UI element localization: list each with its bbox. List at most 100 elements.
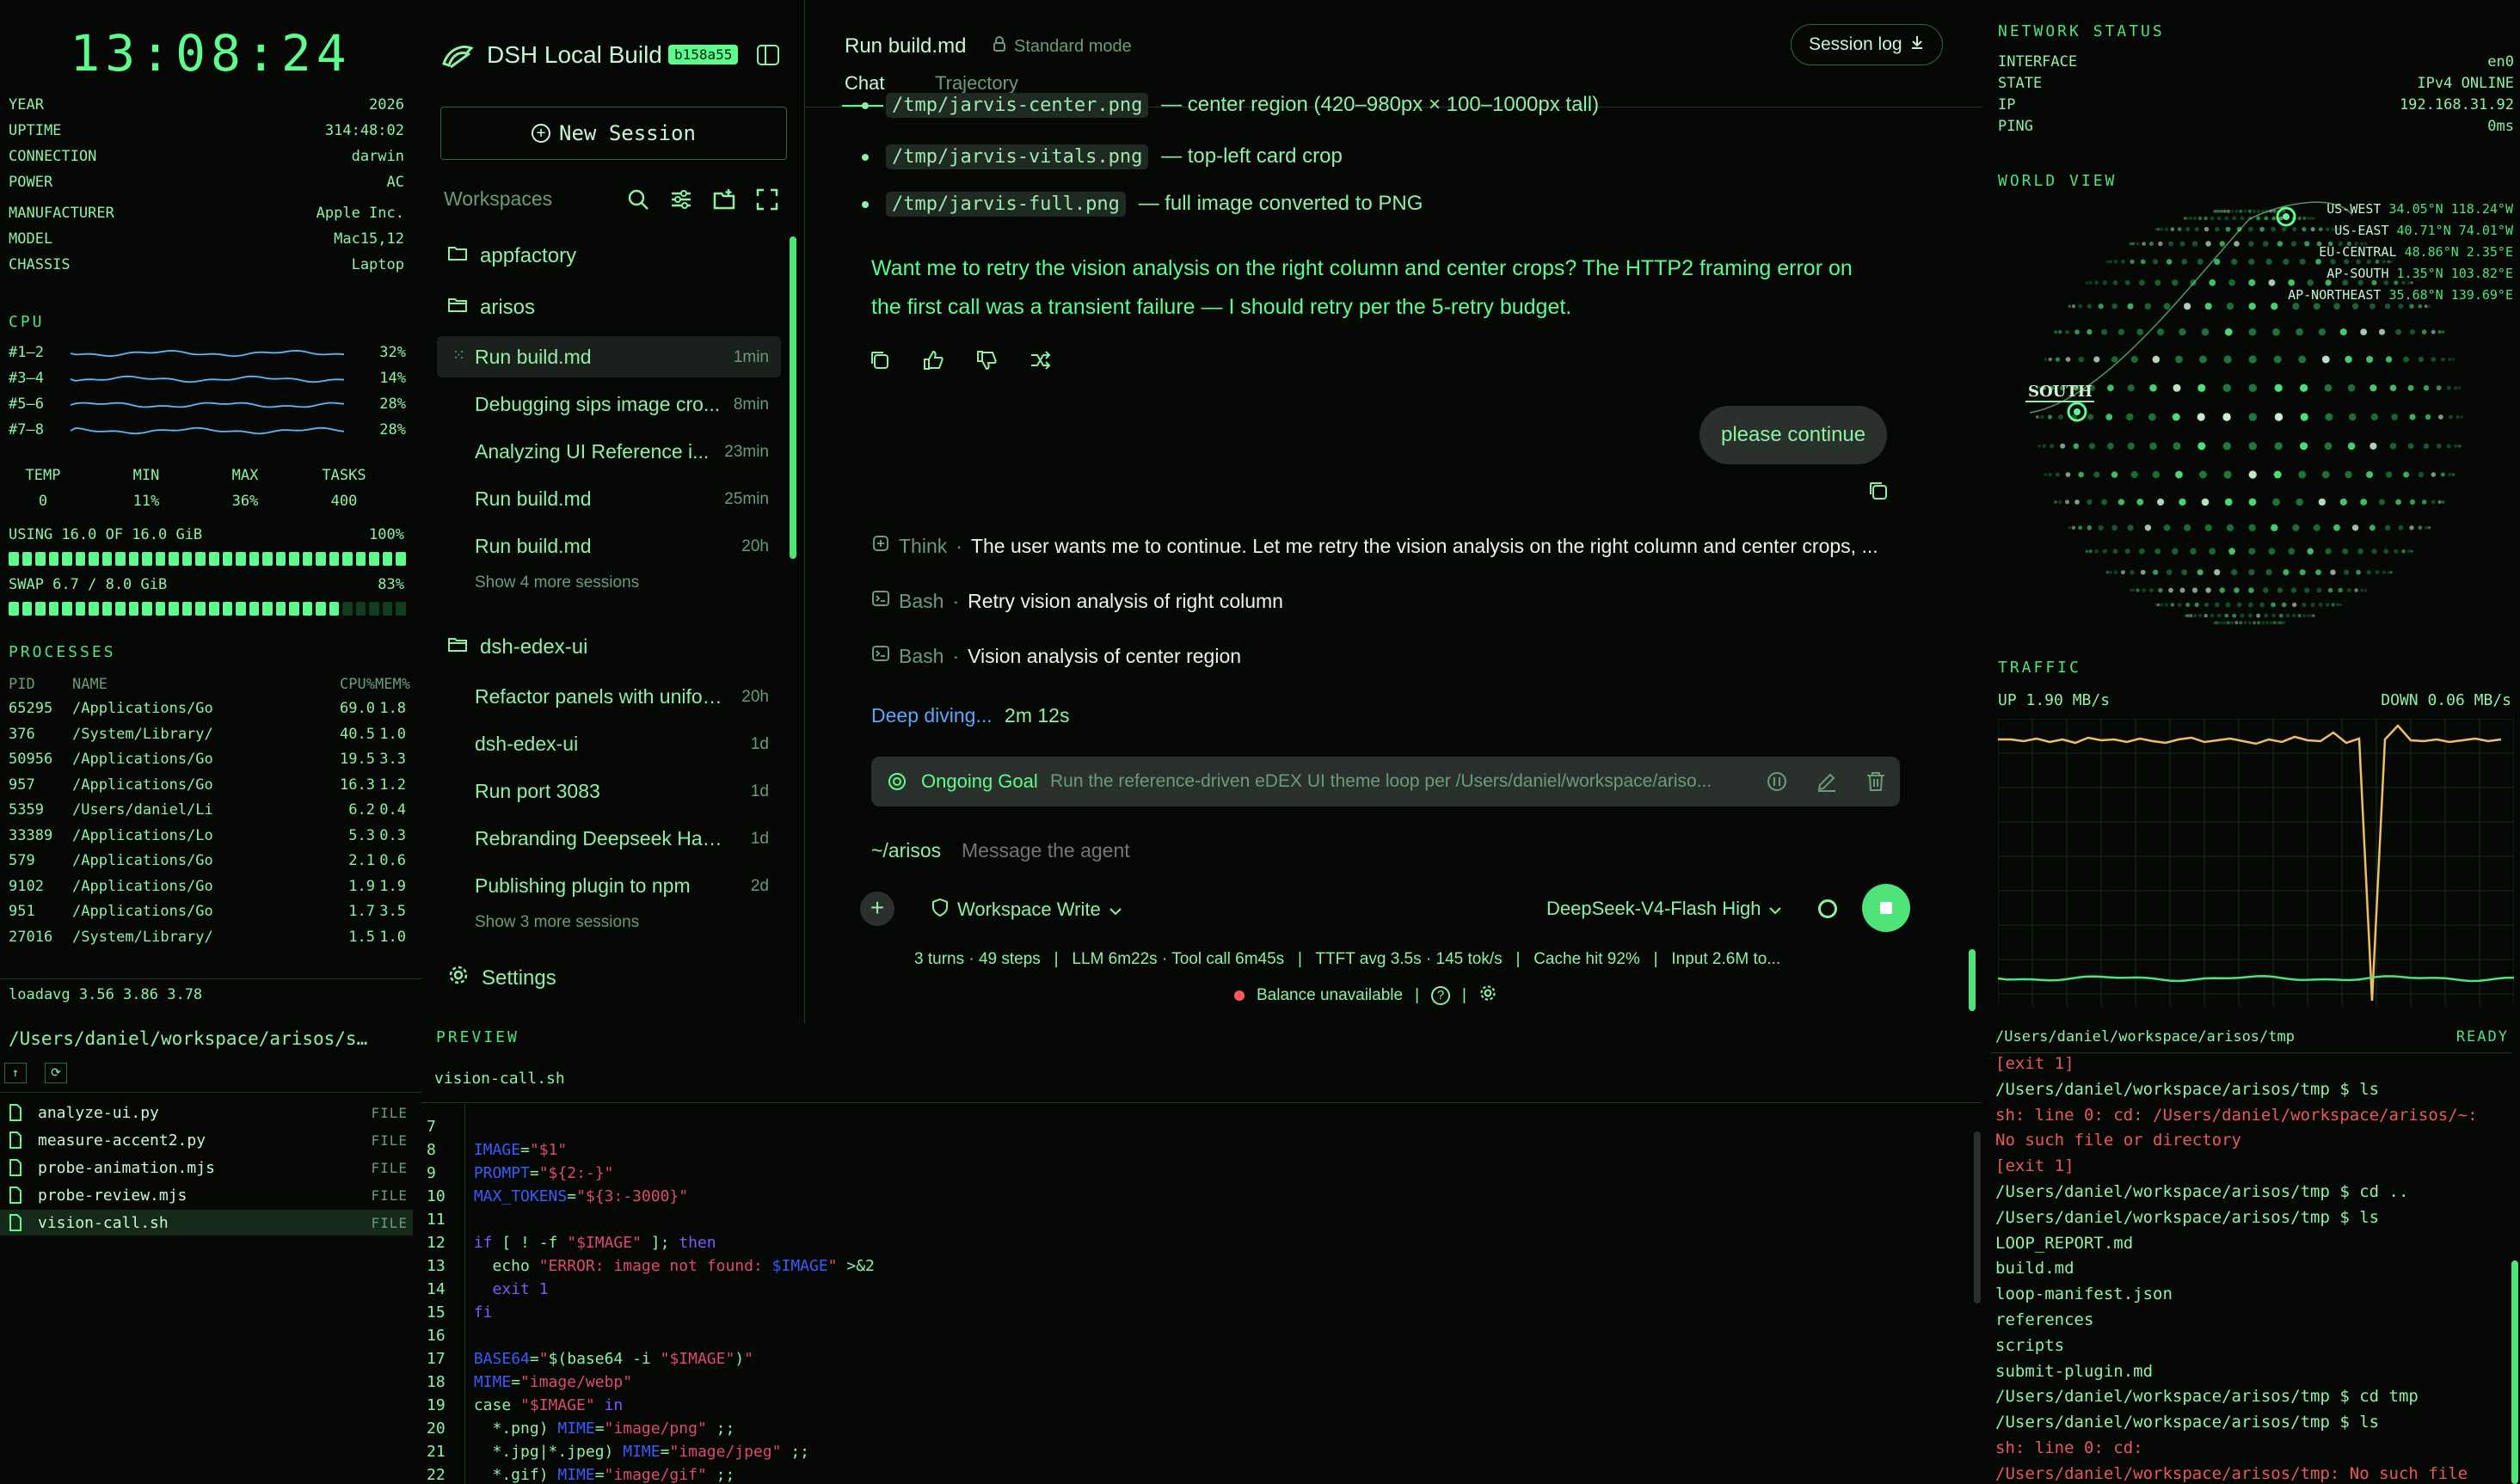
agent-step[interactable]: Bash · Retry vision analysis of right colu… xyxy=(871,589,1283,613)
stop-icon xyxy=(1880,902,1892,914)
cpu-title: CPU xyxy=(9,313,45,331)
toggle-sidebar-icon[interactable] xyxy=(757,45,779,65)
process-row[interactable]: 33389/Applications/Lo 5.3 0.3 xyxy=(9,827,406,853)
workspace-write-dropdown[interactable]: Workspace Write xyxy=(931,898,1122,922)
session-item[interactable]: Run build.md 20h xyxy=(437,525,781,567)
ongoing-goal-bar[interactable]: Ongoing Goal Run the reference-driven eD… xyxy=(871,757,1900,806)
cpu-row: #3–4 14% xyxy=(9,366,406,392)
process-cell: 27016 xyxy=(9,928,53,946)
south-label: SOUTH xyxy=(2028,383,2093,401)
bar-segment xyxy=(236,602,246,616)
show-more-sessions[interactable]: Show 4 more sessions xyxy=(475,573,639,592)
expand-icon[interactable] xyxy=(755,187,781,212)
session-item[interactable]: ⁙ Run build.md 1min xyxy=(437,336,781,377)
session-item[interactable]: Run build.md 25min xyxy=(437,478,781,519)
bar-segment xyxy=(48,552,59,566)
filter-icon[interactable] xyxy=(669,187,695,212)
search-icon[interactable] xyxy=(626,187,652,212)
agent-step[interactable]: Bash · Vision analysis of center region xyxy=(871,644,1241,668)
session-item[interactable]: Refactor panels with unifor... 20h xyxy=(437,676,781,717)
terminal-line: sh: line 0: cd: /Users/daniel/workspace/… xyxy=(1995,1105,2478,1125)
process-row[interactable]: 579/Applications/Go 2.1 0.6 xyxy=(9,852,406,878)
help-icon[interactable]: ? xyxy=(1431,986,1451,1005)
file-item[interactable]: analyze-ui.py FILE xyxy=(0,1100,413,1125)
edit-icon[interactable] xyxy=(1816,770,1838,797)
workspace-name: appfactory xyxy=(480,243,577,267)
settings-button[interactable]: Settings xyxy=(447,964,556,992)
settings-gear-icon[interactable] xyxy=(1478,984,1497,1008)
file-item[interactable]: probe-review.mjs FILE xyxy=(0,1182,413,1208)
process-row[interactable]: 376/System/Library/40.5 1.0 xyxy=(9,726,406,751)
process-row[interactable]: 5359/Users/daniel/Li 6.2 0.4 xyxy=(9,801,406,827)
file-item[interactable]: vision-call.sh FILE xyxy=(0,1210,413,1236)
tab-trajectory[interactable]: Trajectory xyxy=(935,72,1018,95)
session-item[interactable]: Run port 3083 1d xyxy=(437,770,781,812)
agent-step[interactable]: Think · The user wants me to continue. Let… xyxy=(871,534,1878,558)
step-text: Vision analysis of center region xyxy=(968,644,1242,667)
process-row[interactable]: 951/Applications/Go 1.7 3.5 xyxy=(9,903,406,929)
bar-segment xyxy=(128,552,139,566)
system-info-key: CHASSIS xyxy=(9,256,71,273)
session-item[interactable]: Analyzing UI Reference i... 23min xyxy=(437,431,781,472)
up-directory-button[interactable]: ↑ xyxy=(4,1063,27,1083)
session-title: dsh-edex-ui xyxy=(475,733,579,755)
session-item[interactable]: Publishing plugin to npm 2d xyxy=(437,865,781,906)
bar-segment xyxy=(181,602,193,616)
process-row[interactable]: 65295/Applications/Go 69.0 1.8 xyxy=(9,700,406,726)
session-item[interactable]: Debugging sips image cro... 8min xyxy=(437,383,781,425)
process-cell: 65295 xyxy=(9,700,53,717)
system-info-row: YEAR 2026 xyxy=(9,96,404,113)
process-cell: 40.5 xyxy=(340,725,375,743)
process-row[interactable]: 50956/Applications/Go 19.5 3.3 xyxy=(9,751,406,776)
session-item[interactable]: dsh-edex-ui 1d xyxy=(437,723,781,764)
bar-segment xyxy=(208,552,219,566)
session-log-button[interactable]: Session log xyxy=(1791,24,1943,65)
step-separator: · xyxy=(952,644,960,667)
pause-icon[interactable] xyxy=(1766,770,1788,797)
process-row[interactable]: 957/Applications/Go 16.3 1.2 xyxy=(9,776,406,802)
terminal-scrollbar[interactable] xyxy=(2511,1260,2518,1484)
branch-icon[interactable] xyxy=(1029,349,1051,376)
terminal-line: [exit 1] xyxy=(1995,1156,2074,1176)
session-log-label: Session log xyxy=(1809,34,1902,54)
mode-indicator[interactable]: Standard mode xyxy=(992,36,1132,57)
workspace-arisos[interactable]: arisos xyxy=(447,295,535,320)
model-dropdown[interactable]: DeepSeek-V4-Flash High xyxy=(1546,898,1782,920)
thumbs-down-icon[interactable] xyxy=(975,349,998,376)
thumbs-up-icon[interactable] xyxy=(922,349,944,376)
file-item[interactable]: measure-accent2.py FILE xyxy=(0,1127,413,1153)
process-row[interactable]: 9102/Applications/Go 1.9 1.9 xyxy=(9,878,406,904)
refresh-button[interactable]: ⟳ xyxy=(45,1063,67,1083)
sidebar-scrollbar[interactable] xyxy=(790,236,796,559)
add-folder-icon[interactable] xyxy=(712,187,738,212)
copy-user-message-icon[interactable] xyxy=(1867,480,1890,506)
code-scrollbar[interactable] xyxy=(1974,1131,1981,1303)
chat-scrollbar[interactable] xyxy=(1969,949,1976,1011)
stop-button[interactable] xyxy=(1862,884,1910,932)
file-item[interactable]: probe-animation.mjs FILE xyxy=(0,1155,413,1180)
tab-chat[interactable]: Chat xyxy=(845,72,884,95)
session-age: 20h xyxy=(741,688,769,706)
add-attachment-button[interactable]: + xyxy=(860,892,894,926)
copy-icon[interactable] xyxy=(869,349,891,376)
show-more-sessions[interactable]: Show 3 more sessions xyxy=(475,913,639,932)
location-coord: 35.68°N 139.69°E xyxy=(2388,287,2514,303)
new-session-button[interactable]: + New Session xyxy=(440,107,787,160)
process-cell: /Applications/Go xyxy=(72,903,213,920)
system-info-row: MODEL Mac15,12 xyxy=(9,230,404,248)
trash-icon[interactable] xyxy=(1865,770,1887,797)
process-row[interactable]: 27016/System/Library/1.5 1.0 xyxy=(9,929,406,954)
workspace-dsh-edex-ui[interactable]: dsh-edex-ui xyxy=(447,635,587,659)
file-icon xyxy=(9,1187,22,1207)
workspace-name: dsh-edex-ui xyxy=(480,635,588,659)
workspace-appfactory[interactable]: appfactory xyxy=(447,243,576,268)
message-input[interactable] xyxy=(962,834,1822,867)
process-cell: 1.2 xyxy=(379,776,406,794)
process-header-cell: CPU% xyxy=(340,676,375,693)
system-info-row: UPTIME 314:48:02 xyxy=(9,122,404,139)
bar-segment xyxy=(382,602,393,616)
step-kind: Think xyxy=(899,534,948,557)
session-item[interactable]: Rebranding Deepseek Harn... 1d xyxy=(437,818,781,859)
process-cell: 1.0 xyxy=(379,928,406,946)
process-header-row: PID NAME CPU%MEM% xyxy=(9,676,410,702)
